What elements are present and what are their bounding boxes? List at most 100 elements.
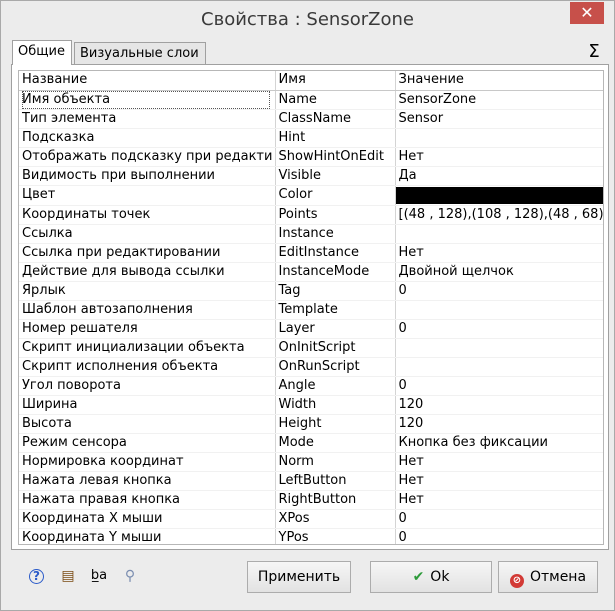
property-name: ClassName <box>275 109 396 129</box>
property-name: Template <box>275 300 396 320</box>
help-icon[interactable]: ? <box>29 569 44 584</box>
property-value[interactable]: 0 <box>395 281 603 301</box>
ok-button-label: Ok <box>430 569 450 585</box>
property-value[interactable] <box>395 338 603 358</box>
property-value[interactable]: Нет <box>395 471 603 491</box>
tab-general[interactable]: Общие <box>12 40 72 65</box>
property-title: Подсказка <box>22 129 95 145</box>
property-title-cell: Отображать подсказку при редакти <box>19 147 276 167</box>
property-title-cell: Высота <box>19 414 276 434</box>
property-title-cell: Имя объекта <box>19 90 276 110</box>
property-title-cell: Скрипт исполнения объекта <box>19 357 276 377</box>
property-value[interactable]: Кнопка без фиксации <box>395 433 603 453</box>
property-title: Ссылка <box>22 225 73 241</box>
property-title-cell: Координата X мыши <box>19 509 276 529</box>
title-bar[interactable]: Свойства : SensorZone ✕ <box>1 1 614 37</box>
property-title: Режим сенсора <box>22 434 127 450</box>
property-title: Отображать подсказку при редакти <box>22 148 273 164</box>
property-title: Нажата правая кнопка <box>22 491 181 507</box>
property-value-color[interactable] <box>395 185 603 206</box>
property-value[interactable]: Нет <box>395 243 603 263</box>
property-row-instancemode[interactable]: Действие для вывода ссылки InstanceMode Дв… <box>19 262 603 282</box>
property-name: Height <box>275 414 396 434</box>
property-title-cell: Скрипт инициализации объекта <box>19 338 276 358</box>
property-value[interactable]: 0 <box>395 509 603 529</box>
property-name: Width <box>275 395 396 415</box>
cancel-button[interactable]: ⊘ Отмена <box>498 561 598 593</box>
property-value[interactable]: Нет <box>395 147 603 167</box>
property-row-onrunscript[interactable]: Скрипт исполнения объекта OnRunScript <box>19 357 603 377</box>
property-row-showhintonedit[interactable]: Отображать подсказку при редакти ShowHint… <box>19 147 603 167</box>
property-value[interactable] <box>395 300 603 320</box>
text-case-icon[interactable]: b̲a <box>90 567 108 585</box>
property-value[interactable]: 0 <box>395 376 603 396</box>
column-header-title[interactable]: Название <box>19 71 276 91</box>
property-value[interactable] <box>395 224 603 244</box>
property-row-norm[interactable]: Нормировка координат Norm Нет <box>19 452 603 472</box>
property-title-cell: Угол поворота <box>19 376 276 396</box>
properties-grid[interactable]: Название Имя Значение Имя объекта Name Sen… <box>18 70 604 545</box>
property-title: Нажата левая кнопка <box>22 472 172 488</box>
property-title: Шаблон автозаполнения <box>22 301 193 317</box>
column-header-value[interactable]: Значение <box>395 71 603 91</box>
property-row-angle[interactable]: Угол поворота Angle 0 <box>19 376 603 396</box>
property-row-template[interactable]: Шаблон автозаполнения Template <box>19 300 603 320</box>
zoom-icon[interactable]: ⚲ <box>121 567 139 585</box>
sigma-button[interactable]: Σ <box>583 41 605 63</box>
property-value[interactable]: SensorZone <box>395 90 603 110</box>
property-row-oninitscript[interactable]: Скрипт инициализации объекта OnInitScript <box>19 338 603 358</box>
property-row-name[interactable]: Имя объекта Name SensorZone <box>19 90 603 110</box>
property-name: LeftButton <box>275 471 396 491</box>
property-title: Ширина <box>22 396 78 412</box>
property-value[interactable]: Нет <box>395 490 603 510</box>
property-title: Координата X мыши <box>22 510 163 526</box>
property-row-visible[interactable]: Видимость при выполнении Visible Да <box>19 166 603 186</box>
properties-icon[interactable]: ▤ <box>59 567 77 585</box>
property-row-points[interactable]: Координаты точек Points [(48 , 128),(108 ,… <box>19 205 603 225</box>
property-title-cell: Нажата левая кнопка <box>19 471 276 491</box>
close-button[interactable]: ✕ <box>570 2 604 24</box>
property-value[interactable]: Sensor <box>395 109 603 129</box>
property-row-mode[interactable]: Режим сенсора Mode Кнопка без фиксации <box>19 433 603 453</box>
property-title-cell: Шаблон автозаполнения <box>19 300 276 320</box>
property-value[interactable]: 120 <box>395 395 603 415</box>
property-value[interactable]: [(48 , 128),(108 , 128),(48 , 68)] <box>395 205 603 225</box>
properties-dialog: Свойства : SensorZone ✕ Общие Визуальные… <box>0 0 615 611</box>
property-row-ypos[interactable]: Координата Y мыши YPos 0 <box>19 528 603 544</box>
grid-header-row: Название Имя Значение <box>19 71 603 91</box>
property-row-width[interactable]: Ширина Width 120 <box>19 395 603 415</box>
property-value[interactable]: Двойной щелчок <box>395 262 603 282</box>
property-row-classname[interactable]: Тип элемента ClassName Sensor <box>19 109 603 129</box>
checkmark-icon: ✔ <box>412 569 425 585</box>
property-row-tag[interactable]: Ярлык Tag 0 <box>19 281 603 301</box>
property-value[interactable]: 120 <box>395 414 603 434</box>
property-value[interactable]: Да <box>395 166 603 186</box>
color-swatch[interactable] <box>395 186 603 204</box>
ok-button[interactable]: ✔ Ok <box>370 561 492 593</box>
property-value[interactable]: 0 <box>395 319 603 339</box>
property-title: Угол поворота <box>22 377 121 393</box>
property-row-height[interactable]: Высота Height 120 <box>19 414 603 434</box>
property-name: OnInitScript <box>275 338 396 358</box>
tab-visual-layers[interactable]: Визуальные слои <box>74 42 206 64</box>
apply-button[interactable]: Применить <box>247 561 351 593</box>
property-name: Points <box>275 205 396 225</box>
property-value[interactable]: 0 <box>395 528 603 544</box>
property-row-leftbutton[interactable]: Нажата левая кнопка LeftButton Нет <box>19 471 603 491</box>
property-title-cell: Нажата правая кнопка <box>19 490 276 510</box>
property-row-instance[interactable]: Ссылка Instance <box>19 224 603 244</box>
property-value[interactable]: Нет <box>395 452 603 472</box>
property-title: Цвет <box>22 187 56 202</box>
property-title-cell: Действие для вывода ссылки <box>19 262 276 282</box>
tab-panel-general: Название Имя Значение Имя объекта Name Sen… <box>11 64 609 550</box>
property-row-rightbutton[interactable]: Нажата правая кнопка RightButton Нет <box>19 490 603 510</box>
property-row-color[interactable]: Цвет Color <box>19 185 603 206</box>
property-value[interactable] <box>395 357 603 377</box>
column-header-name[interactable]: Имя <box>275 71 396 91</box>
property-row-hint[interactable]: Подсказка Hint <box>19 128 603 148</box>
cancel-icon: ⊘ <box>509 574 524 588</box>
property-value[interactable] <box>395 128 603 148</box>
property-row-editinstance[interactable]: Ссылка при редактировании EditInstance Нет <box>19 243 603 263</box>
property-row-xpos[interactable]: Координата X мыши XPos 0 <box>19 509 603 529</box>
property-row-layer[interactable]: Номер решателя Layer 0 <box>19 319 603 339</box>
